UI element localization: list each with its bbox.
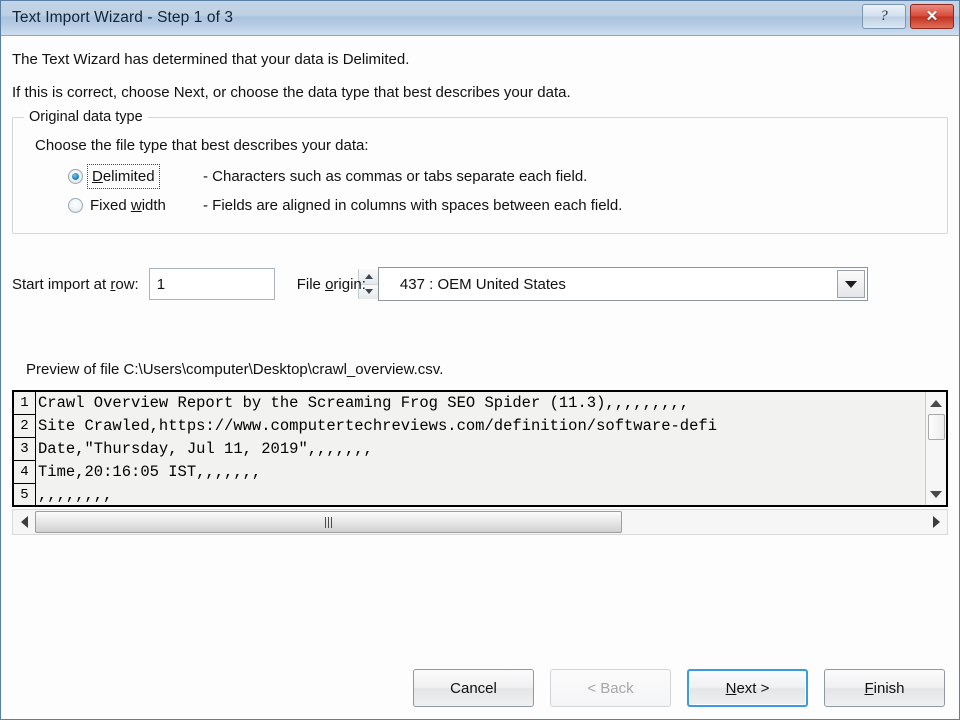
- vertical-scrollbar-thumb[interactable]: [927, 414, 945, 440]
- radio-delimited[interactable]: [68, 169, 83, 184]
- question-mark-icon: ?: [880, 8, 888, 24]
- close-button[interactable]: ✕: [910, 4, 954, 29]
- row-number: 1: [14, 392, 35, 415]
- preview-line: Time,20:16:05 IST,,,,,,,: [38, 463, 262, 481]
- preview-content[interactable]: 1 2 3 4 5 Crawl Overview Report by the S…: [14, 392, 925, 505]
- group-title: Original data type: [24, 109, 148, 125]
- preview-pane: 1 2 3 4 5 Crawl Overview Report by the S…: [12, 390, 948, 507]
- import-options-row: Start import at row: File origin: 437 : …: [12, 267, 948, 301]
- preview-file-label: Preview of file C:\Users\computer\Deskto…: [26, 361, 444, 378]
- radio-row-delimited[interactable]: Delimited - Characters such as commas or…: [68, 162, 935, 191]
- triangle-right-icon: [932, 516, 940, 528]
- file-origin-value: 437 : OEM United States: [399, 275, 566, 293]
- preview-vertical-scrollbar[interactable]: [925, 392, 946, 505]
- group-lead-text: Choose the file type that best describes…: [35, 137, 369, 154]
- preview-horizontal-scrollbar[interactable]: [12, 509, 948, 535]
- radio-description-fixed-width: - Fields are aligned in columns with spa…: [203, 197, 623, 214]
- chevron-down-icon: [844, 280, 857, 288]
- preview-line: Site Crawled,https://www.computertechrev…: [38, 417, 718, 435]
- start-import-at-row-label: Start import at row:: [12, 275, 139, 293]
- radio-label-delimited[interactable]: Delimited: [87, 163, 160, 189]
- horizontal-scrollbar-track[interactable]: [35, 511, 925, 533]
- finish-button[interactable]: Finish: [824, 669, 945, 707]
- scroll-right-button[interactable]: [925, 516, 947, 528]
- back-button: < Back: [550, 669, 671, 707]
- grip-icon: [325, 516, 333, 528]
- preview-lines: Crawl Overview Report by the Screaming F…: [36, 392, 925, 505]
- cancel-button[interactable]: Cancel: [413, 669, 534, 707]
- original-data-type-group: Original data type Choose the file type …: [12, 109, 948, 234]
- next-button[interactable]: Next >: [687, 669, 808, 707]
- triangle-up-icon: [365, 273, 374, 279]
- preview-line: Crawl Overview Report by the Screaming F…: [38, 394, 690, 412]
- intro-line-2: If this is correct, choose Next, or choo…: [12, 84, 571, 101]
- combobox-dropdown-button[interactable]: [836, 270, 865, 298]
- radio-label-fixed-width[interactable]: Fixed width: [90, 197, 166, 214]
- close-icon: ✕: [925, 8, 939, 25]
- scroll-down-button[interactable]: [926, 485, 946, 503]
- preview-line: Date,"Thursday, Jul 11, 2019",,,,,,,: [38, 440, 373, 458]
- horizontal-scrollbar-thumb[interactable]: [35, 511, 623, 533]
- preview-line: ,,,,,,,,: [38, 486, 113, 504]
- triangle-down-icon: [930, 490, 942, 498]
- file-origin-combobox[interactable]: 437 : OEM United States: [377, 267, 868, 301]
- dialog-body: The Text Wizard has determined that your…: [1, 36, 959, 657]
- radio-fixed-width[interactable]: [68, 198, 83, 213]
- window-title: Text Import Wizard - Step 1 of 3: [12, 9, 234, 26]
- radio-row-fixed-width[interactable]: Fixed width - Fields are aligned in colu…: [68, 191, 935, 220]
- row-number: 3: [14, 438, 35, 461]
- scroll-left-button[interactable]: [13, 516, 35, 528]
- window-controls: ? ✕: [862, 4, 954, 29]
- preview-row-numbers: 1 2 3 4 5: [14, 392, 36, 505]
- triangle-left-icon: [20, 516, 28, 528]
- start-row-spinner[interactable]: [148, 268, 380, 300]
- triangle-up-icon: [930, 399, 942, 407]
- file-origin-label: File origin:: [296, 275, 366, 293]
- radio-description-delimited: - Characters such as commas or tabs sepa…: [203, 168, 588, 185]
- intro-line-1: The Text Wizard has determined that your…: [12, 51, 410, 68]
- row-number: 5: [14, 484, 35, 505]
- text-import-wizard-dialog: Text Import Wizard - Step 1 of 3 ? ✕ The…: [0, 0, 960, 720]
- dialog-footer: Cancel < Back Next > Finish: [1, 657, 959, 719]
- row-number: 2: [14, 415, 35, 438]
- title-bar[interactable]: Text Import Wizard - Step 1 of 3 ? ✕: [1, 1, 959, 36]
- scroll-up-button[interactable]: [926, 394, 946, 412]
- row-number: 4: [14, 461, 35, 484]
- triangle-down-icon: [365, 289, 374, 295]
- help-button[interactable]: ?: [862, 4, 906, 29]
